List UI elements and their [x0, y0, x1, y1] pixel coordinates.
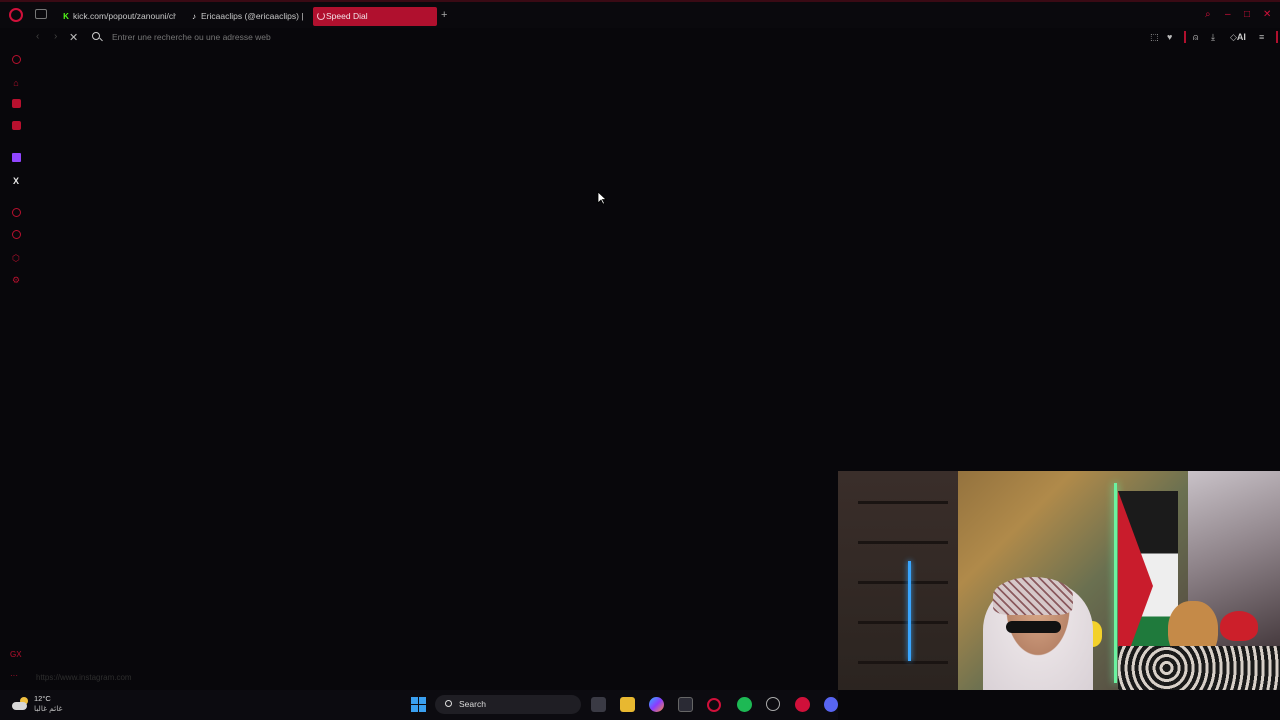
sidebar-more-icon[interactable]: ···	[10, 671, 18, 680]
messenger-icon	[11, 99, 21, 108]
tab-label: Speed Dial	[326, 11, 368, 21]
menu-icon[interactable]: ≡	[1259, 31, 1264, 43]
steam-icon[interactable]	[766, 697, 780, 711]
tab-tiktok[interactable]: ♪ Ericaaclips (@ericaaclips) | TikTok	[188, 7, 304, 26]
ring-icon	[11, 55, 21, 64]
tab-speed-dial[interactable]: Speed Dial	[313, 7, 437, 26]
accent-divider	[1184, 31, 1186, 43]
weather-temperature[interactable]: 12°C	[34, 694, 51, 703]
sidebar-item-messenger[interactable]	[10, 99, 22, 111]
weather-condition[interactable]: غائم غالبا	[34, 704, 62, 713]
ai-label: AI	[1236, 32, 1246, 42]
sidebar-item-x[interactable]: X	[10, 175, 22, 187]
bookmark-heart-icon[interactable]: ♥	[1167, 31, 1172, 43]
search-icon	[445, 700, 452, 707]
snapshot-icon[interactable]: ⬚	[1150, 31, 1159, 43]
twitch-icon	[11, 153, 21, 162]
file-explorer-icon[interactable]	[620, 697, 635, 712]
player-icon	[11, 208, 21, 217]
sidebar-item-whatsapp[interactable]	[10, 121, 22, 133]
stop-loading-icon[interactable]: ✕	[69, 31, 78, 44]
webcam-sofa	[1118, 646, 1280, 690]
spotify-icon[interactable]	[737, 697, 752, 712]
windows-start-icon[interactable]	[411, 697, 426, 712]
tab-strip: K kick.com/popout/zanouni/chat ♪ Ericaac…	[0, 0, 1280, 28]
tab-label: kick.com/popout/zanouni/chat	[73, 11, 176, 21]
sidebar-item-extensions[interactable]: ⬡	[10, 252, 22, 264]
back-icon[interactable]: ‹	[36, 31, 39, 42]
taskbar-search-label: Search	[459, 699, 486, 709]
opera-gx-icon[interactable]	[707, 698, 721, 712]
accent-divider	[1276, 31, 1278, 43]
close-icon[interactable]: ✕	[1263, 10, 1273, 20]
tiktok-icon: ♪	[192, 12, 196, 21]
maximize-icon[interactable]: □	[1244, 10, 1254, 20]
aria-icon: ◇	[1230, 32, 1237, 42]
webcam-blue-light	[908, 561, 911, 661]
loading-spinner-icon	[317, 12, 325, 20]
tab-label: Ericaaclips (@ericaaclips) | TikTok	[201, 11, 304, 21]
new-tab-button[interactable]: +	[441, 8, 451, 22]
forward-icon[interactable]: ›	[54, 31, 57, 42]
status-url: https://www.instagram.com	[36, 673, 132, 682]
search-icon	[92, 32, 100, 40]
sidebar-item-player[interactable]	[10, 208, 22, 220]
sidebar-item-shopping[interactable]: ⌂	[10, 77, 22, 89]
aria-ai-button[interactable]: ◇AI	[1230, 31, 1246, 43]
address-bar: ‹ › ✕ ⬚ ♥ ⍝ ⤓ ◇AI ≡	[0, 28, 1280, 46]
sidebar-item-history[interactable]	[10, 230, 22, 242]
settings-icon: ⚙	[11, 275, 21, 285]
webcam-green-light	[1114, 483, 1117, 683]
weather-icon[interactable]	[12, 697, 28, 711]
extensions-icon: ⬡	[12, 253, 20, 263]
sidebar-item-ring[interactable]	[10, 55, 22, 67]
discord-icon[interactable]	[824, 697, 838, 712]
history-icon	[11, 230, 21, 239]
sidebar-item-twitch[interactable]	[10, 153, 22, 165]
whatsapp-icon	[11, 121, 21, 130]
webcam-cap	[993, 577, 1073, 615]
bag-icon: ⌂	[13, 78, 19, 88]
opera-logo-icon[interactable]	[9, 8, 23, 22]
mouse-cursor-icon	[597, 191, 607, 205]
minimize-icon[interactable]: –	[1225, 10, 1235, 20]
tab-kick[interactable]: K kick.com/popout/zanouni/chat	[60, 7, 176, 26]
copilot-icon[interactable]	[649, 697, 664, 712]
webcam-overlay	[838, 471, 1280, 690]
taskbar-search[interactable]: Search	[435, 695, 581, 714]
task-view-icon[interactable]	[591, 697, 606, 712]
download-icon[interactable]: ⤓	[1211, 31, 1215, 43]
webcam-sunglasses	[1006, 621, 1061, 633]
taskbar: 12°C غائم غالبا Search	[0, 690, 838, 720]
app-icon[interactable]	[795, 697, 810, 712]
gx-label[interactable]: GX	[10, 650, 22, 659]
address-input[interactable]	[112, 30, 512, 44]
desktop: K kick.com/popout/zanouni/chat ♪ Ericaac…	[0, 0, 1280, 720]
webcam-shelf	[838, 471, 958, 690]
store-icon[interactable]	[678, 697, 693, 712]
profile-icon[interactable]: ⍝	[1193, 31, 1198, 43]
search-tabs-icon[interactable]: ⌕	[1205, 10, 1215, 20]
tab-menu-icon[interactable]	[35, 9, 47, 19]
kick-icon: K	[63, 12, 69, 21]
sidebar-item-settings[interactable]: ⚙	[10, 274, 22, 286]
x-icon: X	[12, 176, 19, 186]
webcam-heart-pillow	[1220, 611, 1258, 641]
